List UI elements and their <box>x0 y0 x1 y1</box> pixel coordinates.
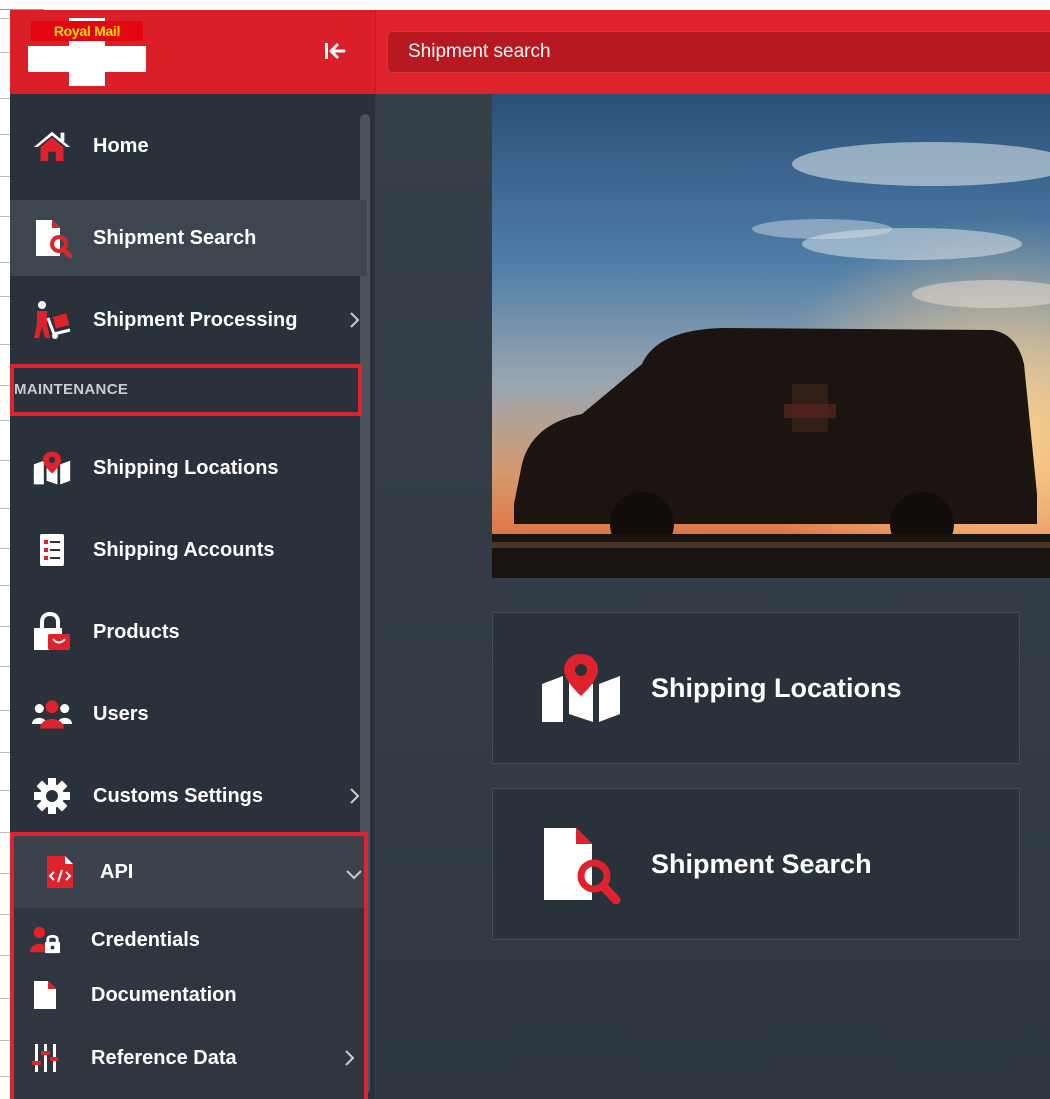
royal-mail-logo[interactable]: Royal Mail <box>28 18 146 86</box>
sidebar-item-api[interactable]: API <box>14 836 364 908</box>
sidebar-item-customs-settings[interactable]: Customs Settings <box>10 758 367 834</box>
sidebar-item-label: Shipping Accounts <box>93 538 275 561</box>
sidebar-item-label: Documentation <box>91 983 237 1006</box>
chevron-right-icon <box>350 788 360 804</box>
sidebar-item-home[interactable]: Home <box>10 108 367 184</box>
list-icon <box>32 530 72 570</box>
api-menu-group: API Credentials Documentation Reference … <box>10 832 368 1099</box>
sidebar-item-label: Reference Data <box>91 1046 237 1069</box>
sidebar-item-label: Users <box>93 702 149 725</box>
hero-image-van <box>492 94 1050 578</box>
sidebar-subitem-documentation[interactable]: Documentation <box>14 967 364 1023</box>
chevron-right-icon <box>345 1050 355 1066</box>
sidebar-item-label: Products <box>93 620 180 643</box>
sliders-icon <box>30 1043 60 1073</box>
main-content: Shipping Locations Shipment Search <box>376 94 1050 1099</box>
card-label: Shipping Locations <box>651 672 902 703</box>
collapse-left-icon <box>325 43 346 59</box>
sidebar-item-shipment-processing[interactable]: Shipment Processing <box>10 282 367 358</box>
collapse-sidebar-button[interactable] <box>317 36 353 66</box>
gear-icon <box>32 776 72 816</box>
sidebar-item-products[interactable]: Products <box>10 594 367 670</box>
map-pin-icon <box>531 638 631 738</box>
section-label-maintenance: MAINTENANCE <box>10 364 362 416</box>
sidebar-item-label: Home <box>93 134 149 157</box>
sidebar-item-shipping-locations[interactable]: Shipping Locations <box>10 430 367 506</box>
sidebar-item-label: Customs Settings <box>93 784 264 807</box>
user-lock-icon <box>30 925 60 955</box>
document-icon <box>30 980 60 1010</box>
sidebar-item-label: Shipping Locations <box>93 456 279 479</box>
logo-text: Royal Mail <box>31 21 143 41</box>
delivery-person-icon <box>32 300 72 340</box>
users-icon <box>32 694 72 734</box>
sidebar-item-label: API <box>100 860 134 883</box>
top-header: Royal Mail Shipment search <box>10 10 1050 94</box>
code-file-icon <box>40 852 80 892</box>
logo-area: Royal Mail <box>10 10 376 94</box>
sidebar: Home Shipment Search Shipment Processing… <box>10 94 375 1099</box>
top-edge-line <box>0 0 44 10</box>
card-label: Shipment Search <box>651 848 872 879</box>
sidebar-subitem-reference-data[interactable]: Reference Data <box>14 1030 364 1086</box>
sidebar-item-users[interactable]: Users <box>10 676 367 752</box>
chevron-right-icon <box>350 312 360 328</box>
sidebar-item-shipping-accounts[interactable]: Shipping Accounts <box>10 512 367 588</box>
sidebar-item-label: Shipment Search <box>93 226 257 249</box>
shipping-locations-card[interactable]: Shipping Locations <box>492 612 1020 764</box>
home-icon <box>32 126 72 166</box>
shopping-bag-icon <box>32 612 72 652</box>
left-gutter <box>0 0 10 1099</box>
document-search-icon <box>32 218 72 258</box>
sidebar-subitem-credentials[interactable]: Credentials <box>14 912 364 968</box>
shipment-search-card[interactable]: Shipment Search <box>492 788 1020 940</box>
shipment-search-bar[interactable]: Shipment search <box>387 31 1050 73</box>
app-window: Royal Mail Shipment search Home Shipment… <box>10 10 1050 1099</box>
map-pin-icon <box>32 448 72 488</box>
chevron-down-icon <box>346 870 362 880</box>
sidebar-item-shipment-search[interactable]: Shipment Search <box>10 200 367 276</box>
sidebar-item-label: Shipment Processing <box>93 308 298 331</box>
document-search-icon <box>531 814 631 914</box>
sidebar-item-label: Credentials <box>91 928 200 951</box>
